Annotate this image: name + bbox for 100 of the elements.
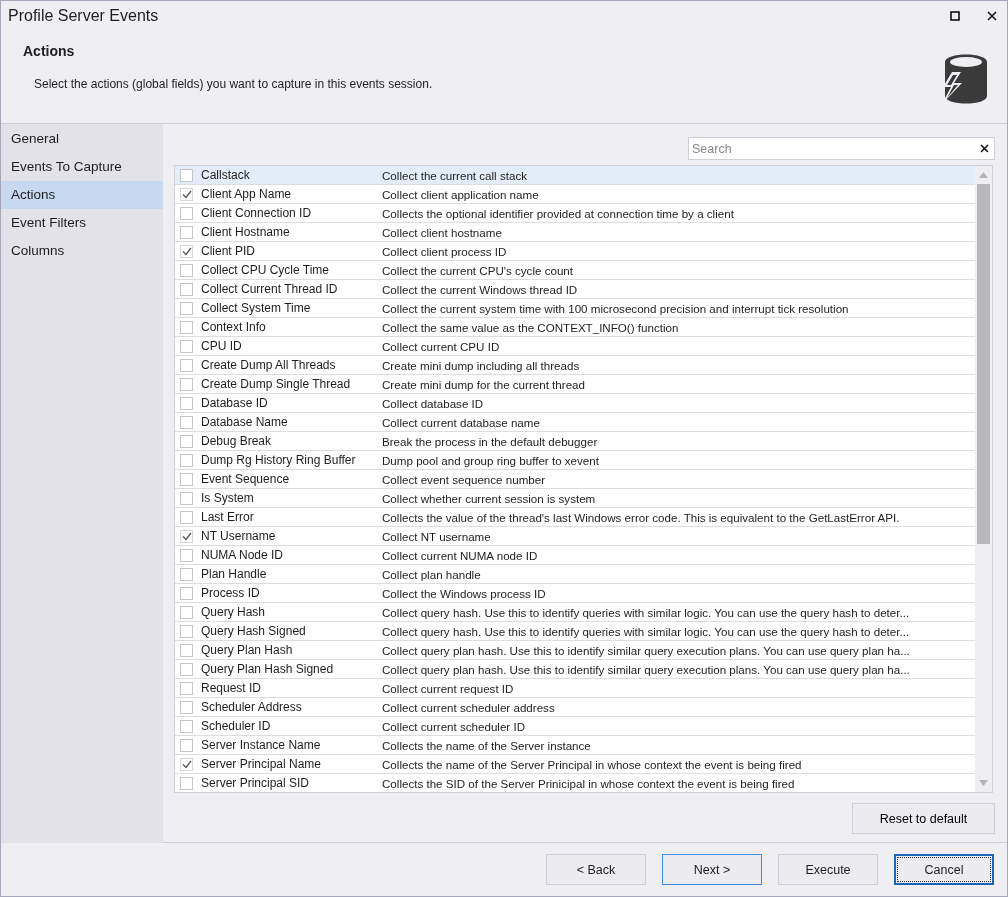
action-name: Dump Rg History Ring Buffer xyxy=(201,453,357,467)
checkbox[interactable] xyxy=(180,491,193,505)
checkbox[interactable] xyxy=(180,643,193,657)
checkbox[interactable] xyxy=(180,529,193,543)
action-description: Collect database ID xyxy=(382,396,484,410)
dialog-button[interactable]: Execute xyxy=(778,854,878,885)
action-description: Collect client application name xyxy=(382,187,539,201)
action-name: Database Name xyxy=(201,415,289,429)
sidebar-item[interactable]: Actions xyxy=(1,181,163,209)
checkbox[interactable] xyxy=(180,586,193,600)
scroll-down-icon[interactable] xyxy=(979,780,988,786)
checkbox[interactable] xyxy=(180,434,193,448)
action-name: Server Instance Name xyxy=(201,738,322,752)
action-name: Collect System Time xyxy=(201,301,312,315)
action-description: Collect the current call stack xyxy=(382,168,527,182)
checkbox[interactable] xyxy=(180,377,193,391)
action-name: Debug Break xyxy=(201,434,273,448)
checkbox[interactable] xyxy=(180,605,193,619)
checkbox[interactable] xyxy=(180,282,193,296)
action-name: Is System xyxy=(201,491,255,505)
action-name: Scheduler ID xyxy=(201,719,272,733)
action-description: Collect client hostname xyxy=(382,225,502,239)
action-description: Collect current scheduler ID xyxy=(382,719,526,733)
action-name: Query Plan Hash Signed xyxy=(201,662,335,676)
sidebar-item[interactable]: General xyxy=(1,125,163,153)
checkbox[interactable] xyxy=(180,681,193,695)
checkbox[interactable] xyxy=(180,301,193,315)
scrollbar[interactable] xyxy=(975,166,992,792)
action-description: Collects the optional identifier provided at connection time by a client xyxy=(382,206,734,220)
checkbox[interactable] xyxy=(180,244,193,258)
checkbox[interactable] xyxy=(180,320,193,334)
action-description: Collect the same value as the CONTEXT_INFO() function xyxy=(382,320,679,334)
action-name: Server Principal Name xyxy=(201,757,323,771)
action-description: Collect query plan hash. Use this to identify similar query execution plans. You can use query plan ha... xyxy=(382,643,910,657)
checkbox[interactable] xyxy=(180,662,193,676)
checkbox[interactable] xyxy=(180,776,193,790)
sidebar-item[interactable]: Columns xyxy=(1,237,163,265)
dialog-button[interactable]: Next > xyxy=(662,854,762,885)
action-name: Query Hash Signed xyxy=(201,624,307,638)
search-field[interactable]: Search xyxy=(688,137,995,160)
action-description: Collect query plan hash. Use this to identify similar query execution plans. You can use query plan ha... xyxy=(382,662,910,676)
checkbox[interactable] xyxy=(180,548,193,562)
checkbox[interactable] xyxy=(180,719,193,733)
action-name: Server Principal SID xyxy=(201,776,311,790)
checkbox[interactable] xyxy=(180,358,193,372)
action-name: Client Hostname xyxy=(201,225,291,239)
sidebar-item[interactable]: Events To Capture xyxy=(1,153,163,181)
action-name: Query Hash xyxy=(201,605,267,619)
checkbox[interactable] xyxy=(180,225,193,239)
action-description: Collect the Windows process ID xyxy=(382,586,546,600)
action-name: CPU ID xyxy=(201,339,243,353)
scroll-up-icon[interactable] xyxy=(979,172,988,178)
action-description: Collect current request ID xyxy=(382,681,514,695)
action-description: Collect whether current session is system xyxy=(382,491,596,505)
checkbox[interactable] xyxy=(180,415,193,429)
checkbox[interactable] xyxy=(180,510,193,524)
checkbox[interactable] xyxy=(180,624,193,638)
checkbox[interactable] xyxy=(180,453,193,467)
action-description: Collects the value of the thread's last Windows error code. This is equivalent to the GetLastError API. xyxy=(382,510,900,524)
action-description: Dump pool and group ring buffer to xevent xyxy=(382,453,599,467)
action-name: Client App Name xyxy=(201,187,293,201)
action-description: Collect client process ID xyxy=(382,244,507,258)
clear-icon[interactable] xyxy=(980,144,989,153)
checkbox[interactable] xyxy=(180,187,193,201)
checkbox[interactable] xyxy=(180,757,193,771)
action-name: Context Info xyxy=(201,320,267,334)
action-description: Create mini dump including all threads xyxy=(382,358,580,372)
action-description: Collect the current system time with 100 microsecond precision and interrupt tick resolution xyxy=(382,301,849,315)
maximize-icon[interactable] xyxy=(950,11,960,21)
action-name: Request ID xyxy=(201,681,263,695)
checkbox[interactable] xyxy=(180,168,193,182)
action-name: NT Username xyxy=(201,529,277,543)
checkbox[interactable] xyxy=(180,396,193,410)
close-icon[interactable] xyxy=(987,11,997,21)
dialog-button[interactable]: Cancel xyxy=(894,854,994,885)
window-title: Profile Server Events xyxy=(8,7,159,25)
checkbox[interactable] xyxy=(180,206,193,220)
dialog-button[interactable]: < Back xyxy=(546,854,646,885)
sidebar-item[interactable]: Event Filters xyxy=(1,209,163,237)
checkbox[interactable] xyxy=(180,567,193,581)
action-name: Scheduler Address xyxy=(201,700,303,714)
action-description: Collects the name of the Server Principal in whose context the event is being fired xyxy=(382,757,802,771)
checkbox[interactable] xyxy=(180,339,193,353)
action-name: Plan Handle xyxy=(201,567,268,581)
reset-button[interactable]: Reset to default xyxy=(852,803,995,834)
action-name: Callstack xyxy=(201,168,251,182)
action-description: Collect plan handle xyxy=(382,567,481,581)
checkbox[interactable] xyxy=(180,263,193,277)
checkbox[interactable] xyxy=(180,700,193,714)
action-description: Collect NT username xyxy=(382,529,491,543)
action-description: Create mini dump for the current thread xyxy=(382,377,585,391)
action-name: Create Dump All Threads xyxy=(201,358,337,372)
action-name: Create Dump Single Thread xyxy=(201,377,352,391)
checkbox[interactable] xyxy=(180,472,193,486)
action-description: Collect query hash. Use this to identify queries with similar logic. You can use the query hash to deter... xyxy=(382,605,910,619)
action-name: Client PID xyxy=(201,244,257,258)
checkbox[interactable] xyxy=(180,738,193,752)
action-name: Collect CPU Cycle Time xyxy=(201,263,331,277)
action-name: Client Connection ID xyxy=(201,206,313,220)
page-description: Select the actions (global fields) you want to capture in this events session. xyxy=(34,77,433,91)
